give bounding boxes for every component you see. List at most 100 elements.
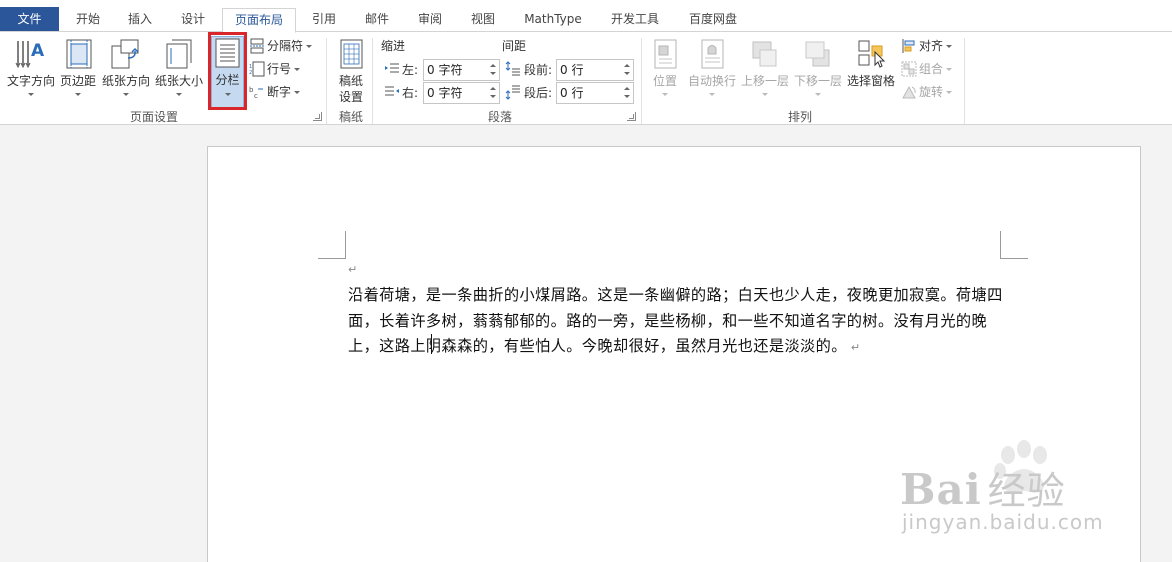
line-numbers-label: 行号	[267, 62, 292, 76]
text-direction-icon: A	[15, 41, 44, 69]
chevron-down-icon	[123, 93, 129, 96]
chevron-down-icon	[294, 91, 301, 94]
chevron-down-icon	[306, 45, 313, 48]
spacing-before-input[interactable]: 0 行	[556, 59, 634, 81]
paragraph-dialog-launcher[interactable]	[627, 112, 636, 121]
hyphenation-icon: bc	[249, 86, 263, 100]
hyphenation-button[interactable]: b c 断字	[249, 82, 301, 102]
position-label: 位置	[652, 74, 677, 88]
bring-forward-label: 上移一层	[740, 74, 789, 88]
svg-text:A: A	[31, 41, 44, 61]
spinner-arrows-icon[interactable]	[621, 60, 633, 80]
margins-button[interactable]: 页边距	[58, 36, 98, 106]
indent-right-icon	[385, 86, 399, 96]
spacing-after-value: 0 行	[560, 86, 584, 100]
watermark-brand: Bai 经验	[900, 460, 1066, 515]
chevron-down-icon	[709, 93, 715, 96]
spinner-arrows-icon[interactable]	[487, 83, 499, 103]
ribbon-tab-bar: 文件 开始 插入 设计 页面布局 引用 邮件 审阅 视图 MathType 开发…	[0, 0, 1172, 33]
selection-pane-button[interactable]: 选择窗格	[845, 36, 897, 106]
group-divider	[326, 38, 327, 124]
chevron-down-icon	[946, 68, 953, 71]
page-break-icon	[250, 38, 264, 53]
paper-size-icon	[166, 39, 192, 69]
indent-left-input[interactable]: 0 字符	[423, 59, 500, 81]
position-button[interactable]: 位置	[646, 36, 684, 106]
chevron-down-icon	[28, 93, 34, 96]
group-button[interactable]: 组合	[901, 59, 953, 79]
manuscript-settings-button[interactable]: 稿纸 设置	[333, 36, 369, 106]
spacing-before-icon	[505, 61, 520, 76]
document-body-text[interactable]: 沿着荷塘，是一条曲折的小煤屑路。这是一条幽僻的路；白天也少人走，夜晚更加寂寞。荷…	[348, 283, 1004, 361]
paragraph-text: 沿着荷塘，是一条曲折的小煤屑路。这是一条幽僻的路；白天也少人走，夜晚更加寂寞。荷…	[348, 286, 1003, 355]
margins-icon	[66, 39, 92, 69]
manuscript-group-label: 稿纸	[338, 110, 363, 124]
text-direction-button[interactable]: A 文字方向	[2, 36, 60, 106]
tab-baidu-netdisk[interactable]: 百度网盘	[678, 8, 748, 32]
wrap-text-label: 自动换行	[687, 74, 736, 88]
line-numbers-button[interactable]: 1 2 行号	[249, 59, 301, 79]
empty-paragraph-mark: ↵	[348, 263, 358, 276]
tab-insert[interactable]: 插入	[118, 8, 162, 32]
line-numbers-icon: 12	[249, 61, 265, 76]
tab-design[interactable]: 设计	[171, 8, 215, 32]
chevron-down-icon	[176, 93, 182, 96]
indent-right-input[interactable]: 0 字符	[423, 82, 500, 104]
rotate-button[interactable]: 旋转	[901, 82, 953, 102]
bring-forward-button[interactable]: 上移一层	[739, 36, 791, 106]
chevron-down-icon	[946, 91, 953, 94]
spinner-arrows-icon[interactable]	[621, 83, 633, 103]
bring-forward-icon	[752, 41, 777, 67]
selection-pane-icon	[858, 40, 886, 68]
tab-review[interactable]: 审阅	[408, 8, 452, 32]
chevron-down-icon	[815, 93, 821, 96]
breaks-button[interactable]: 分隔符	[249, 36, 313, 56]
send-backward-button[interactable]: 下移一层	[792, 36, 844, 106]
send-backward-label: 下移一层	[793, 74, 842, 88]
group-divider	[641, 38, 642, 124]
tab-mathtype[interactable]: MathType	[515, 8, 591, 32]
chevron-down-icon	[294, 68, 301, 71]
wrap-text-icon	[701, 39, 724, 69]
align-icon	[902, 38, 915, 53]
tab-page-layout[interactable]: 页面布局	[222, 8, 296, 33]
tab-home[interactable]: 开始	[66, 8, 110, 32]
watermark-brand-latin: Bai	[900, 465, 982, 514]
indent-left-icon	[385, 63, 399, 73]
wrap-text-button[interactable]: 自动换行	[686, 36, 738, 106]
page-setup-dialog-launcher[interactable]	[313, 112, 322, 121]
spacing-after-input[interactable]: 0 行	[556, 82, 634, 104]
spacing-header: 间距	[502, 39, 527, 53]
manuscript-label-line1: 稿纸	[338, 74, 363, 88]
indent-right-value: 0 字符	[427, 86, 463, 100]
group-divider	[372, 38, 373, 124]
group-divider	[964, 38, 965, 124]
tab-mailings[interactable]: 邮件	[355, 8, 399, 32]
send-backward-icon	[805, 41, 830, 67]
group-icon	[901, 61, 917, 76]
hyphenation-label: 断字	[267, 85, 292, 99]
page-setup-group-label: 页面设置	[129, 110, 178, 124]
spinner-arrows-icon[interactable]	[487, 60, 499, 80]
spacing-after-icon	[505, 85, 520, 100]
margins-label: 页边距	[59, 74, 96, 88]
tab-view[interactable]: 视图	[461, 8, 505, 32]
tab-developer[interactable]: 开发工具	[600, 8, 670, 32]
group-label: 组合	[919, 62, 944, 76]
indent-right-label: 右:	[402, 86, 419, 100]
ribbon: A 文字方向 页边距 纸张方向 纸张大小 分栏 分隔符 1 2 行号 b c 断…	[0, 31, 1172, 125]
svg-text:2: 2	[249, 70, 252, 76]
size-button[interactable]: 纸张大小	[153, 36, 205, 106]
position-icon	[654, 39, 677, 69]
chevron-down-icon	[946, 45, 953, 48]
align-button[interactable]: 对齐	[901, 36, 953, 56]
manuscript-icon	[340, 39, 363, 69]
tab-references[interactable]: 引用	[302, 8, 346, 32]
spacing-after-label: 段后:	[524, 86, 553, 100]
tab-file[interactable]: 文件	[0, 7, 59, 32]
arrange-group-label: 排列	[787, 110, 812, 124]
orientation-button[interactable]: 纸张方向	[100, 36, 152, 106]
paragraph-end-mark: ↵	[850, 341, 861, 354]
selection-pane-label: 选择窗格	[846, 74, 895, 88]
indent-header: 缩进	[381, 39, 406, 53]
